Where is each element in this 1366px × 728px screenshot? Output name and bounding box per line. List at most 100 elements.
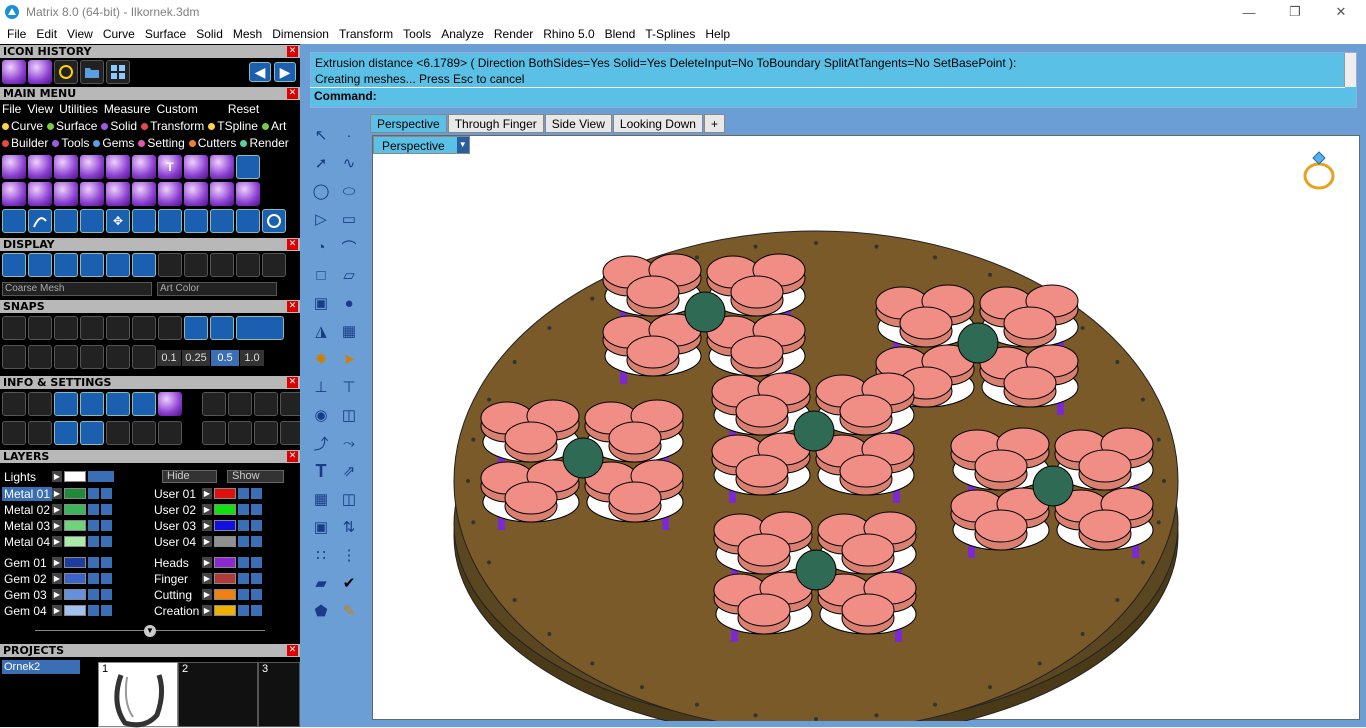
close-icon[interactable]: ✕ — [287, 88, 298, 99]
mm-custom[interactable]: Custom — [157, 102, 198, 116]
point-icon[interactable]: · — [338, 124, 360, 146]
visibility-icon[interactable] — [251, 520, 262, 531]
layer-color[interactable] — [214, 573, 236, 584]
shaded-icon[interactable] — [54, 253, 78, 277]
pattern-icon[interactable] — [80, 345, 104, 369]
expand-icon[interactable]: ▶ — [202, 589, 212, 600]
snap-mid-icon[interactable] — [54, 316, 78, 340]
layer-color[interactable] — [64, 488, 86, 499]
layer-color[interactable] — [214, 589, 236, 600]
snap-point-dot-icon[interactable] — [80, 316, 104, 340]
light-icon[interactable]: ✸ — [310, 348, 332, 370]
gem-cluster-icon[interactable] — [254, 421, 278, 445]
layer-color[interactable] — [214, 536, 236, 547]
category-transform[interactable]: Transform — [141, 119, 204, 133]
mm-measure[interactable]: Measure — [104, 102, 151, 116]
donut-tool-icon[interactable] — [106, 182, 130, 206]
show-button[interactable]: Show — [227, 470, 284, 483]
lock-icon[interactable] — [238, 536, 249, 547]
layer-row[interactable]: Creation ▶ — [152, 603, 262, 618]
prism-tool-icon[interactable] — [158, 182, 182, 206]
properties-icon[interactable] — [158, 421, 182, 445]
layer-row[interactable]: Metal 04 ▶ — [2, 534, 112, 549]
expand-icon[interactable]: ▶ — [202, 605, 212, 616]
category-art[interactable]: Art — [261, 119, 286, 133]
menu-surface[interactable]: Surface — [140, 27, 191, 41]
layer-row[interactable]: Cutting ▶ — [152, 587, 262, 602]
eye-icon[interactable] — [106, 345, 130, 369]
layer-name[interactable]: Metal 02 — [2, 503, 52, 517]
trim-icon[interactable]: ⤴ — [310, 432, 332, 454]
extrude-surface-icon[interactable]: ▱ — [338, 264, 360, 286]
expand-icon[interactable]: ▶ — [52, 488, 62, 499]
lock-icon[interactable] — [88, 488, 99, 499]
close-icon[interactable]: ✕ — [287, 46, 298, 57]
project-slot-2[interactable]: 2 — [178, 662, 258, 727]
visibility-icon[interactable] — [101, 589, 112, 600]
lock-icon[interactable] — [238, 605, 249, 616]
layer-row[interactable]: Metal 03 ▶ — [2, 518, 112, 533]
add-tab-button[interactable]: + — [703, 114, 725, 133]
printer-icon[interactable] — [106, 392, 130, 416]
hide-button[interactable]: Hide — [162, 470, 217, 483]
menu-file[interactable]: File — [2, 27, 31, 41]
layer-name[interactable]: Metal 04 — [2, 535, 52, 549]
sphere-mesh-icon[interactable] — [184, 253, 208, 277]
snap-value-1[interactable]: 0.25 — [182, 350, 210, 366]
split-icon[interactable] — [236, 209, 260, 233]
menu-transform[interactable]: Transform — [334, 27, 398, 41]
layer-color[interactable] — [214, 557, 236, 568]
gem-select-icon[interactable] — [202, 421, 226, 445]
paint-icon[interactable] — [202, 392, 226, 416]
collapse-icon[interactable]: ▼ — [144, 625, 156, 637]
tab-perspective[interactable]: Perspective — [370, 114, 447, 133]
menu-render[interactable]: Render — [489, 27, 538, 41]
close-icon[interactable]: ✕ — [287, 451, 298, 462]
curve-arc-icon[interactable] — [28, 209, 52, 233]
lock-icon[interactable] — [88, 520, 99, 531]
layer-color[interactable] — [214, 504, 236, 515]
close-icon[interactable]: ✕ — [287, 239, 298, 250]
lights-color[interactable] — [64, 471, 86, 482]
menu-solid[interactable]: Solid — [191, 27, 228, 41]
blend-curve-icon[interactable]: ⤳ — [338, 432, 360, 454]
expand-icon[interactable]: ▶ — [52, 605, 62, 616]
menu-dimension[interactable]: Dimension — [267, 27, 334, 41]
sphere-shaded-icon[interactable] — [262, 253, 286, 277]
lock-icon[interactable] — [238, 504, 249, 515]
split-solid-icon[interactable]: ◫ — [338, 404, 360, 426]
surface-points-icon[interactable]: □ — [310, 264, 332, 286]
check-icon[interactable]: ✔ — [338, 572, 360, 594]
layer-row[interactable]: Metal 02 ▶ — [2, 502, 112, 517]
layer-row[interactable]: Gem 01 ▶ — [2, 555, 112, 570]
layer-name[interactable]: Gem 03 — [2, 588, 52, 602]
render-region-icon[interactable] — [254, 392, 278, 416]
menu-tsplines[interactable]: T-Splines — [640, 27, 700, 41]
close-icon[interactable]: ✕ — [287, 377, 298, 388]
visibility-icon[interactable] — [251, 504, 262, 515]
category-tools[interactable]: Tools — [52, 136, 89, 150]
polygon-icon[interactable]: ▷ — [310, 208, 332, 230]
lock-icon[interactable] — [238, 573, 249, 584]
layer-row[interactable]: Metal 01 ▶ — [2, 486, 112, 501]
material-icon[interactable]: ✎ — [338, 600, 360, 622]
grid-array-icon[interactable]: ∷ — [310, 544, 332, 566]
link-icon[interactable] — [184, 209, 208, 233]
box-tool-icon[interactable] — [106, 155, 130, 179]
snap-value-3[interactable]: 1.0 — [240, 350, 264, 366]
snap-near-icon[interactable] — [28, 316, 52, 340]
lock-icon[interactable] — [88, 536, 99, 547]
lock-icon[interactable] — [88, 605, 99, 616]
layer-color[interactable] — [214, 520, 236, 531]
layer-name[interactable]: User 04 — [152, 535, 202, 549]
expand-icon[interactable]: ▶ — [202, 573, 212, 584]
box-edit-icon[interactable]: ▣ — [310, 516, 332, 538]
expand-icon[interactable]: ▶ — [52, 573, 62, 584]
layer-name[interactable]: Creation — [152, 604, 202, 618]
transform-tool-icon[interactable] — [2, 209, 26, 233]
snap-value-2[interactable]: 0.5 — [211, 350, 239, 366]
snap-tan-icon[interactable] — [210, 316, 234, 340]
lights-toggle[interactable] — [88, 471, 114, 482]
snap-value-0[interactable]: 0.1 — [157, 350, 181, 366]
snap-planar-icon[interactable] — [236, 316, 284, 340]
